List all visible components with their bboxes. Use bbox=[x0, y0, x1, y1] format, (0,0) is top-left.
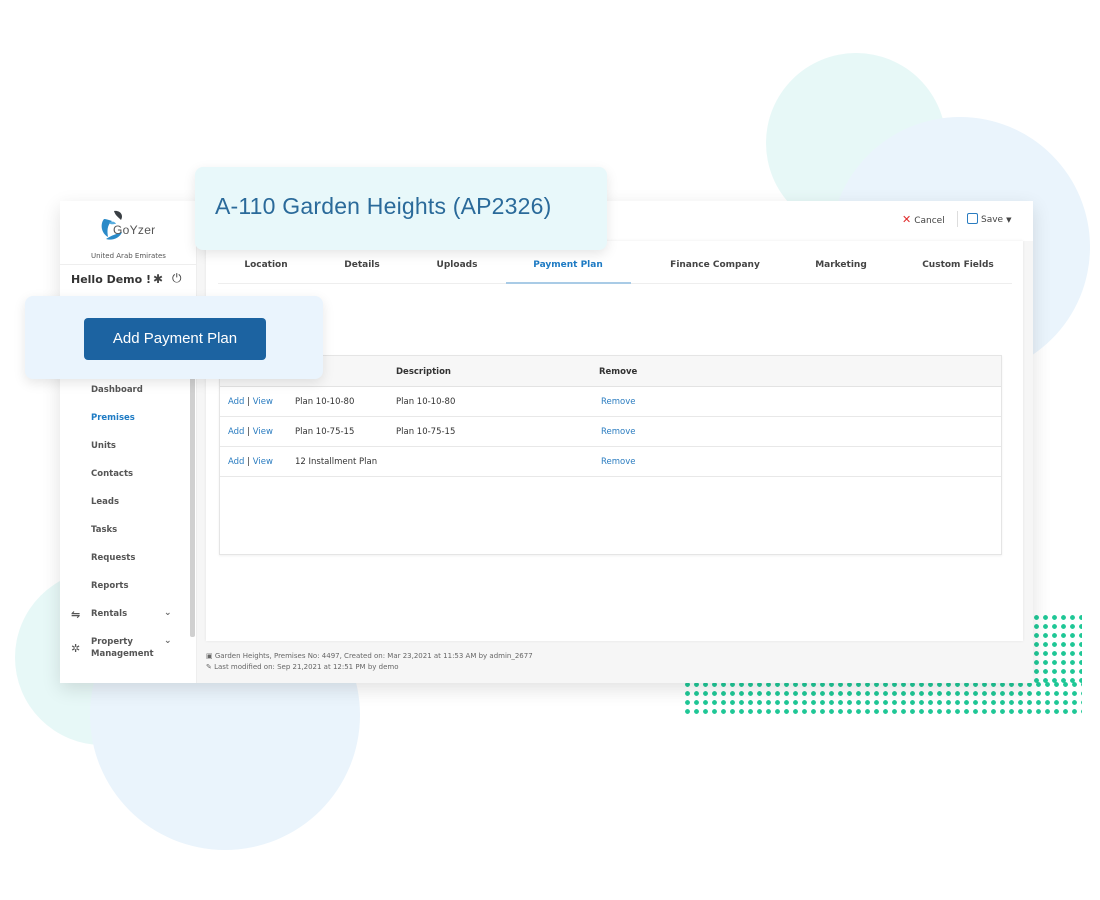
sidebar-item-tasks[interactable]: Tasks bbox=[91, 525, 117, 535]
app-window: GoYzer United Arab Emirates Hello Demo !… bbox=[60, 201, 1033, 683]
plan-name: Plan 10-75-15 bbox=[295, 427, 355, 437]
sidebar: GoYzer United Arab Emirates Hello Demo !… bbox=[60, 201, 197, 683]
save-button[interactable]: Save ▼ bbox=[967, 213, 1011, 225]
view-link[interactable]: View bbox=[253, 427, 273, 437]
table-row: Add | View Plan 10-75-15 Plan 10-75-15 R… bbox=[220, 417, 1001, 447]
tab-location[interactable]: Location bbox=[234, 260, 298, 270]
remove-link[interactable]: Remove bbox=[601, 397, 636, 407]
decor-dots bbox=[683, 680, 1082, 718]
edit-icon: ✎ bbox=[206, 663, 212, 671]
created-info: Garden Heights, Premises No: 4497, Creat… bbox=[214, 652, 533, 660]
column-header-description: Description bbox=[396, 367, 451, 377]
view-link[interactable]: View bbox=[253, 397, 273, 407]
sidebar-item-contacts[interactable]: Contacts bbox=[91, 469, 133, 479]
sidebar-group-label: Property Management bbox=[91, 637, 154, 659]
record-footer: ▣ Garden Heights, Premises No: 4497, Cre… bbox=[206, 651, 533, 673]
caret-down-icon: ▼ bbox=[1006, 216, 1012, 224]
title-callout: A-110 Garden Heights (AP2326) bbox=[195, 167, 607, 250]
user-greeting: Hello Demo ! bbox=[71, 273, 152, 286]
plan-description: Plan 10-75-15 bbox=[396, 427, 456, 437]
page-title: A-110 Garden Heights (AP2326) bbox=[215, 193, 552, 219]
add-link[interactable]: Add bbox=[228, 457, 244, 467]
active-tab-indicator bbox=[506, 282, 631, 284]
content-panel: Location Details Uploads Payment Plan Fi… bbox=[206, 241, 1023, 641]
calendar-icon: ▣ bbox=[206, 652, 213, 660]
tab-custom-fields[interactable]: Custom Fields bbox=[908, 260, 1008, 270]
chevron-down-icon: ⌄ bbox=[164, 636, 172, 646]
view-link[interactable]: View bbox=[253, 457, 273, 467]
user-row: Hello Demo ! ✱ ⏻ bbox=[60, 264, 197, 294]
table-row: Add | View 12 Installment Plan Remove bbox=[220, 447, 1001, 477]
tab-details[interactable]: Details bbox=[330, 260, 394, 270]
sidebar-item-requests[interactable]: Requests bbox=[91, 553, 135, 563]
remove-link[interactable]: Remove bbox=[601, 427, 636, 437]
separator: | bbox=[247, 427, 251, 437]
modified-info: Last modified on: Sep 21,2021 at 12:51 P… bbox=[214, 663, 399, 671]
handshake-icon: ⇋ bbox=[71, 608, 81, 621]
plan-name: 12 Installment Plan bbox=[295, 457, 378, 467]
sidebar-item-reports[interactable]: Reports bbox=[91, 581, 129, 591]
payment-plan-table: Description Remove Add | View Plan 10-10… bbox=[219, 355, 1002, 555]
save-icon bbox=[967, 213, 978, 224]
tab-uploads[interactable]: Uploads bbox=[425, 260, 489, 270]
save-label: Save bbox=[981, 215, 1004, 225]
divider bbox=[957, 211, 958, 227]
gear-outline-icon: ✲ bbox=[71, 642, 81, 655]
cancel-label: Cancel bbox=[914, 216, 945, 226]
separator: | bbox=[247, 397, 251, 407]
sidebar-item-dashboard[interactable]: Dashboard bbox=[91, 385, 143, 395]
action-callout: Add Payment Plan bbox=[25, 296, 323, 379]
plan-description: Plan 10-10-80 bbox=[396, 397, 456, 407]
close-icon: ✕ bbox=[902, 213, 912, 226]
brand-name: GoYzer bbox=[113, 223, 156, 237]
column-header-remove: Remove bbox=[599, 367, 638, 377]
tab-payment-plan[interactable]: Payment Plan bbox=[518, 260, 618, 270]
add-payment-plan-button[interactable]: Add Payment Plan bbox=[84, 318, 266, 360]
sidebar-group-label: Rentals bbox=[91, 609, 128, 619]
tab-marketing[interactable]: Marketing bbox=[801, 260, 881, 270]
sidebar-item-premises[interactable]: Premises bbox=[91, 413, 135, 423]
table-header: Description Remove bbox=[220, 356, 1001, 387]
separator: | bbox=[247, 457, 251, 467]
power-icon[interactable]: ⏻ bbox=[172, 271, 182, 286]
table-row: Add | View Plan 10-10-80 Plan 10-10-80 R… bbox=[220, 387, 1001, 417]
plan-name: Plan 10-10-80 bbox=[295, 397, 355, 407]
chevron-down-icon: ⌄ bbox=[164, 608, 172, 618]
sidebar-item-units[interactable]: Units bbox=[91, 441, 116, 451]
cancel-button[interactable]: ✕ Cancel bbox=[902, 213, 945, 226]
tab-finance-company[interactable]: Finance Company bbox=[655, 260, 775, 270]
add-link[interactable]: Add bbox=[228, 427, 244, 437]
brand-region: United Arab Emirates bbox=[91, 252, 166, 260]
add-link[interactable]: Add bbox=[228, 397, 244, 407]
settings-icon[interactable]: ✱ bbox=[153, 272, 163, 286]
decor-dots bbox=[1032, 613, 1082, 683]
sidebar-item-leads[interactable]: Leads bbox=[91, 497, 119, 507]
remove-link[interactable]: Remove bbox=[601, 457, 636, 467]
